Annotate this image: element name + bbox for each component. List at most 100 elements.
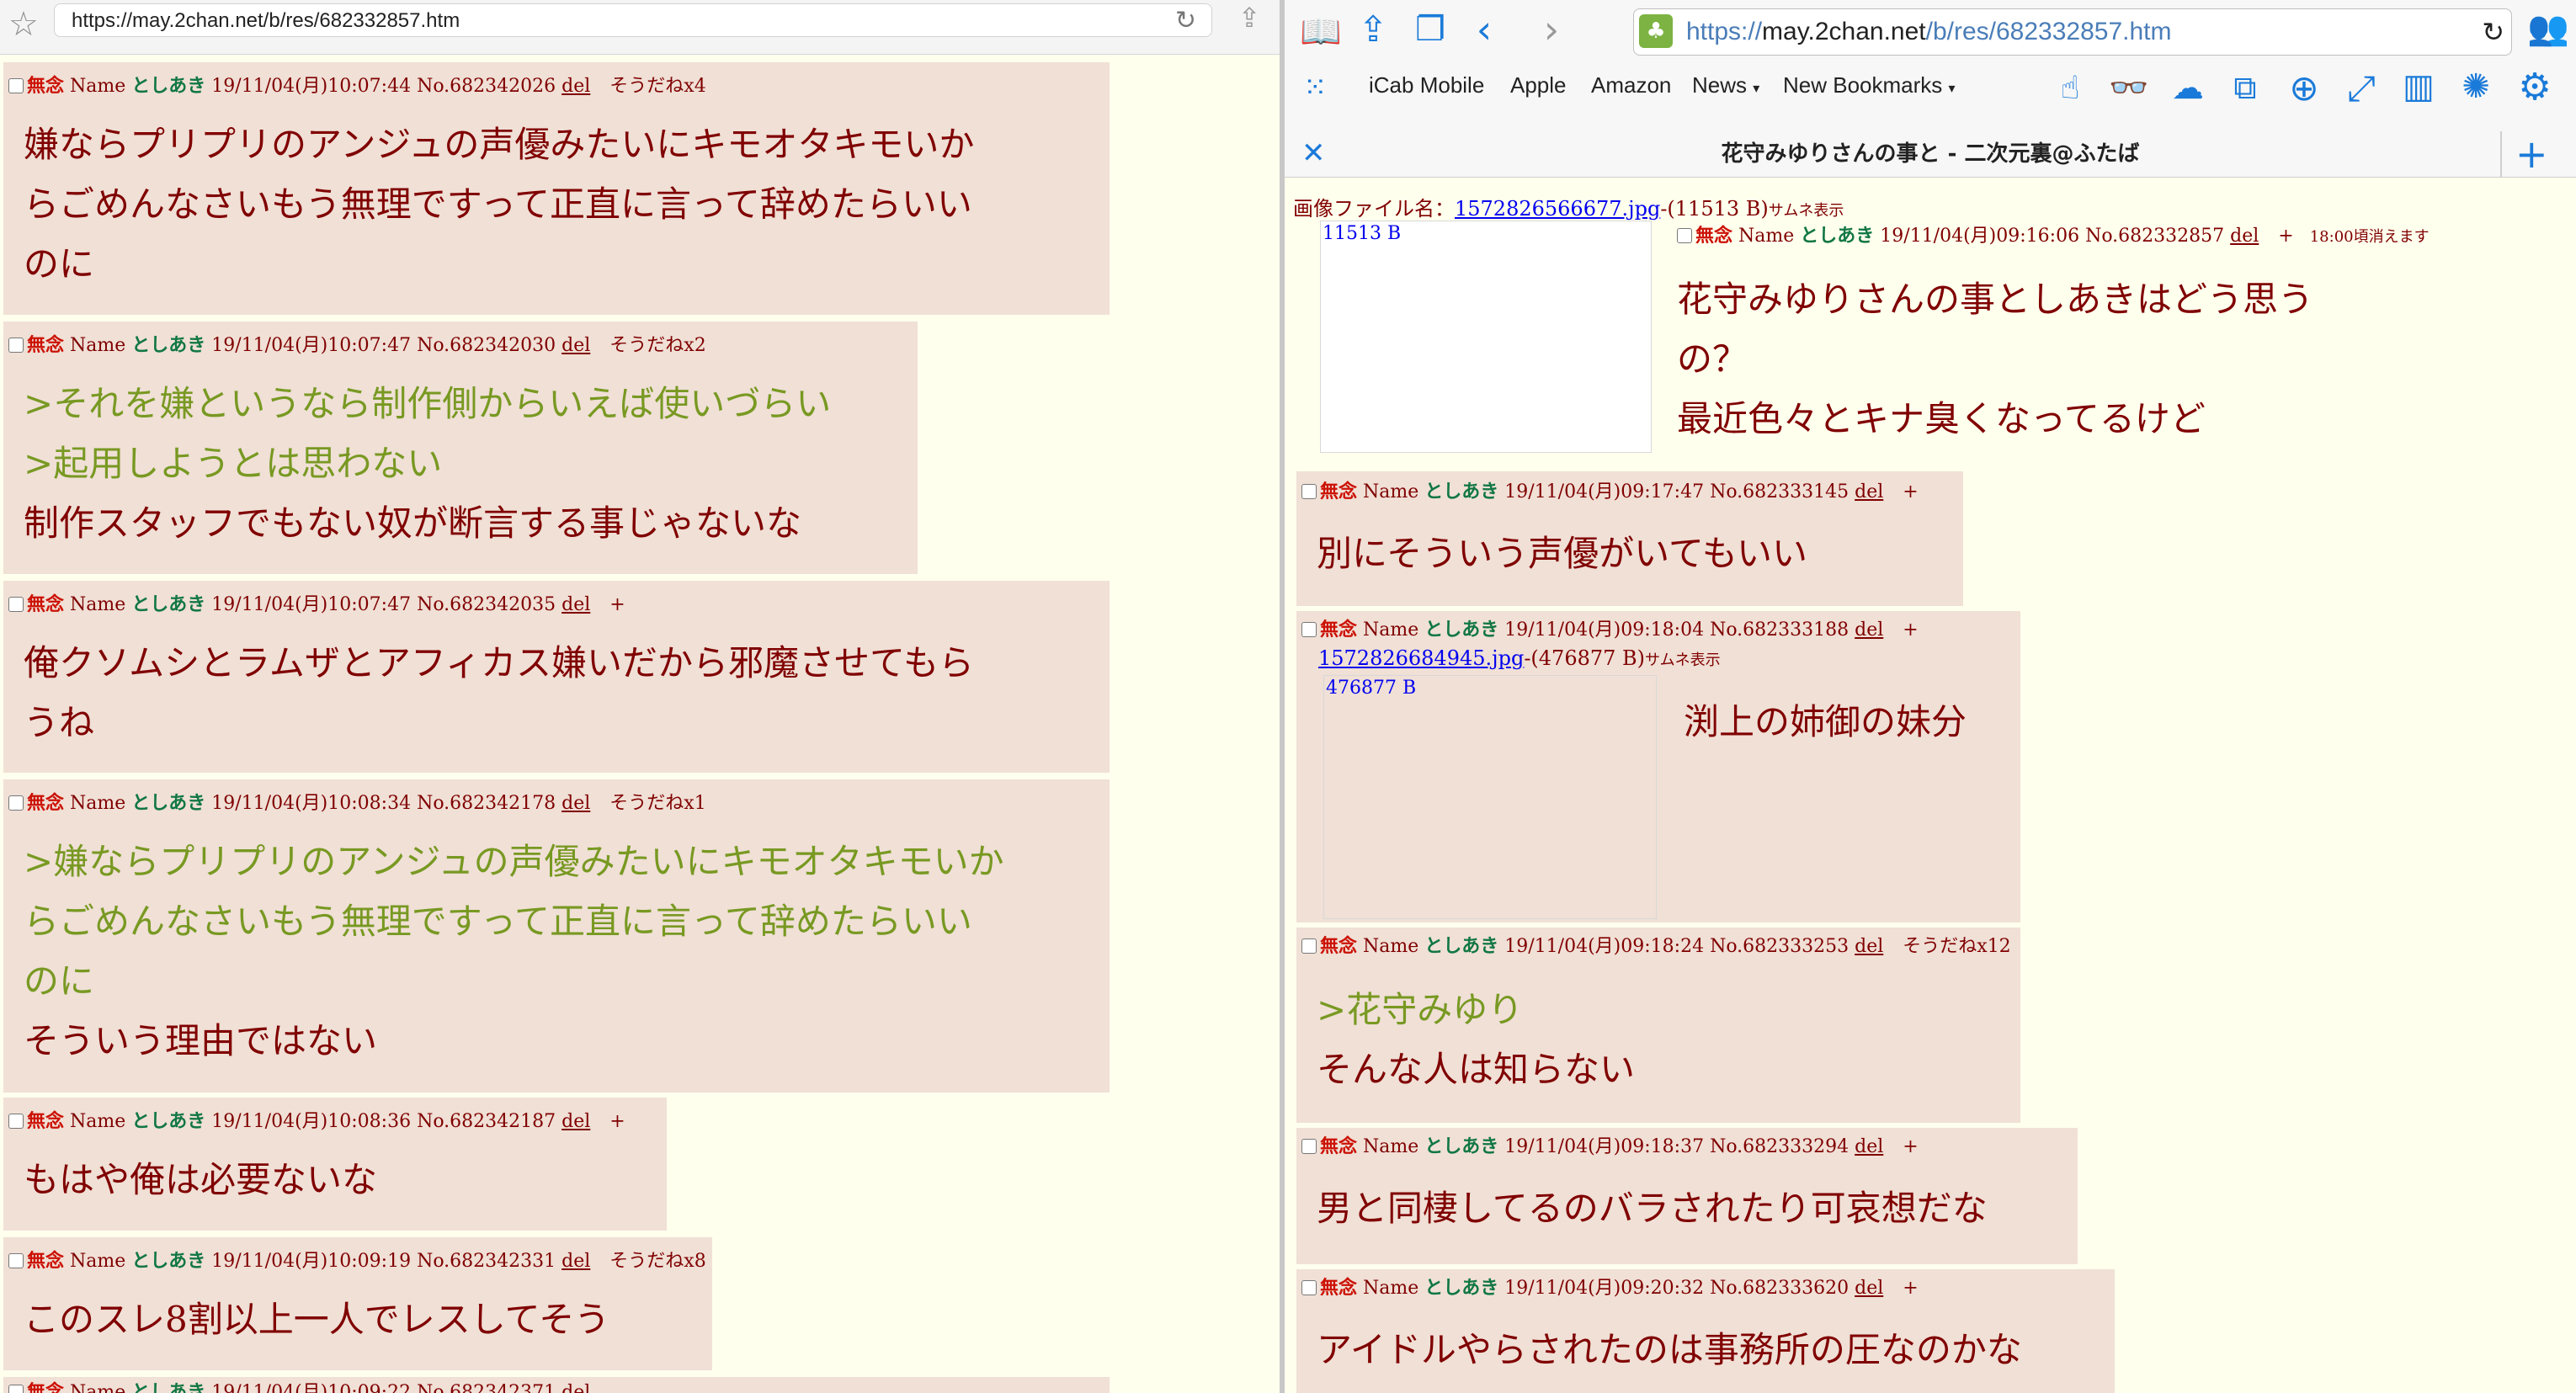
post-number[interactable]: No.682342187 <box>417 1111 556 1132</box>
post-del-link[interactable]: del <box>562 1382 590 1393</box>
post-del-link[interactable]: del <box>1855 1136 1883 1157</box>
post-sodane-plus[interactable]: + <box>1903 481 1918 502</box>
post-name-label: Name <box>1363 481 1419 502</box>
thread-post: 無念 Name としあき 19/11/04(月)10:09:22 No.6823… <box>3 1377 1110 1393</box>
reply-file-link[interactable]: 1572826684945.jpg <box>1318 646 1524 670</box>
post-number[interactable]: No.682333253 <box>1710 936 1849 957</box>
post-sodane-plus[interactable]: + <box>1903 1136 1918 1157</box>
url-field[interactable]: ♣ https://may.2chan.net/b/res/682332857.… <box>1633 8 2512 56</box>
apps-grid-icon[interactable]: ⁙ <box>1303 71 1328 104</box>
post-del-link[interactable]: del <box>562 1111 590 1132</box>
post-checkbox[interactable] <box>1301 622 1317 637</box>
post-number[interactable]: No.682333294 <box>1710 1136 1849 1157</box>
reply-file-size: -(476877 B) <box>1524 646 1646 670</box>
bookmark-amazon[interactable]: Amazon <box>1591 72 1671 98</box>
post-checkbox[interactable] <box>8 1385 24 1393</box>
hand-icon[interactable]: ☝ <box>2049 69 2091 106</box>
thread-post: 無念 Name としあき 19/11/04(月)09:18:37 No.6823… <box>1296 1128 2078 1264</box>
op-body: 花守みゆりさんの事としあきはどう思う の？ 最近色々とキナ臭くなってるけど <box>1677 269 2313 449</box>
post-checkbox[interactable] <box>1301 484 1317 499</box>
reload-icon[interactable]: ↻ <box>1175 4 1196 38</box>
post-checkbox[interactable] <box>8 78 24 93</box>
forward-chevron-icon[interactable]: › <box>1530 7 1573 52</box>
op-file-link[interactable]: 1572826566677.jpg <box>1455 197 1660 221</box>
post-del-link[interactable]: del <box>562 76 590 97</box>
share-icon[interactable]: ⇪ <box>1232 2 1266 39</box>
post-number[interactable]: No.682333145 <box>1710 481 1849 502</box>
post-sodane[interactable]: そうだねx4 <box>609 76 705 97</box>
post-name-label: Name <box>70 793 126 814</box>
gear-icon[interactable]: ⚙ <box>2514 66 2556 109</box>
post-del-link[interactable]: del <box>562 1251 590 1272</box>
bookmark-news[interactable]: News ▾ <box>1692 72 1759 98</box>
post-checkbox[interactable] <box>8 338 24 353</box>
post-sodane[interactable]: そうだねx2 <box>609 335 705 356</box>
post-del-link[interactable]: del <box>2230 226 2259 247</box>
download-icon[interactable]: ⊕ <box>2283 67 2325 109</box>
post-number[interactable]: No.682342026 <box>417 76 556 97</box>
profile-icon[interactable]: 👥 <box>2527 8 2569 48</box>
op-thumb-toggle[interactable]: サムネ表示 <box>1769 202 1844 220</box>
cloud-share-icon[interactable]: ☁ <box>2167 69 2209 106</box>
post-del-link[interactable]: del <box>562 594 590 615</box>
post-del-link[interactable]: del <box>562 335 590 356</box>
glasses-icon[interactable]: 👓 <box>2105 69 2153 107</box>
thread-post: 無念 Name としあき 19/11/04(月)10:07:44 No.6823… <box>3 62 1110 315</box>
post-number[interactable]: No.682333188 <box>1710 619 1849 641</box>
post-line: 嫌ならプリプリのアンジュの声優みたいにキモオタキモいか <box>24 124 975 165</box>
bookmark-apple[interactable]: Apple <box>1510 72 1567 98</box>
post-sodane[interactable]: そうだねx12 <box>1903 936 2010 957</box>
post-del-link[interactable]: del <box>1855 936 1883 957</box>
tabs-icon[interactable]: ❐ <box>1409 10 1451 49</box>
new-tab-icon[interactable]: + <box>2515 131 2548 177</box>
post-checkbox[interactable] <box>8 795 24 811</box>
post-number[interactable]: No.682342030 <box>417 335 556 356</box>
post-sodane[interactable]: そうだねx1 <box>609 793 705 814</box>
post-datetime: 19/11/04(月)10:09:19 <box>211 1251 412 1272</box>
book-icon[interactable]: 📖 <box>1300 12 1342 51</box>
share-icon[interactable]: ⇪ <box>1352 8 1394 50</box>
reader-icon[interactable]: ▥ <box>2398 67 2440 106</box>
post-checkbox[interactable] <box>1301 1139 1317 1154</box>
back-chevron-icon[interactable]: ‹ <box>1463 7 1505 52</box>
post-body: >それを嫌というなら制作側からいえば使いづらい >起用しようとは思わない 制作ス… <box>24 374 831 553</box>
sparkle-icon[interactable]: ✺ <box>2455 67 2497 106</box>
post-del-link[interactable]: del <box>562 793 590 814</box>
bookmark-new-bookmarks[interactable]: New Bookmarks ▾ <box>1783 72 1956 98</box>
post-sodane-plus[interactable]: + <box>609 1111 625 1132</box>
left-url-field[interactable]: https://may.2chan.net/b/res/682332857.ht… <box>54 3 1212 37</box>
post-del-link[interactable]: del <box>1855 481 1883 502</box>
post-del-link[interactable]: del <box>1855 1278 1883 1299</box>
post-del-link[interactable]: del <box>1855 619 1883 641</box>
post-number[interactable]: No.682333620 <box>1710 1278 1849 1299</box>
post-number[interactable]: No.682332857 <box>2085 226 2224 247</box>
post-number[interactable]: No.682342178 <box>417 793 556 814</box>
post-checkbox[interactable] <box>8 1253 24 1268</box>
puzzle-icon[interactable]: ⧉ <box>2224 69 2266 107</box>
bookmark-star-icon[interactable]: ☆ <box>8 5 39 44</box>
post-sodane-plus[interactable]: + <box>609 594 625 615</box>
post-checkbox[interactable] <box>8 1114 24 1129</box>
op-thumbnail[interactable]: 11513 B <box>1320 221 1652 453</box>
fullscreen-icon[interactable]: ⤢ <box>2340 67 2382 109</box>
reply-thumbnail[interactable]: 476877 B <box>1323 675 1657 919</box>
post-datetime: 19/11/04(月)09:17:47 <box>1504 481 1705 502</box>
post-checkbox[interactable] <box>1301 1280 1317 1295</box>
post-number[interactable]: No.682342331 <box>417 1251 556 1272</box>
reply-thumb-toggle[interactable]: サムネ表示 <box>1645 651 1721 669</box>
post-sodane-plus[interactable]: + <box>1903 619 1918 641</box>
tab-title[interactable]: 花守みゆりさんの事と - 二次元裏@ふたば <box>1285 131 2576 177</box>
post-checkbox[interactable] <box>1301 938 1317 954</box>
post-checkbox[interactable] <box>1677 228 1692 243</box>
post-sodane[interactable]: そうだねx8 <box>609 1251 705 1272</box>
post-body: もはや俺は必要ないな <box>24 1150 377 1210</box>
post-sodane-plus[interactable]: + <box>2278 226 2293 247</box>
post-sodane-plus[interactable]: + <box>1903 1278 1918 1299</box>
post-name: としあき <box>1424 1135 1499 1157</box>
reload-icon[interactable]: ↻ <box>2482 9 2504 55</box>
bookmark-icab[interactable]: iCab Mobile <box>1369 72 1484 98</box>
post-number[interactable]: No.682342035 <box>417 594 556 615</box>
post-checkbox[interactable] <box>8 597 24 612</box>
post-number[interactable]: No.682342371 <box>417 1382 556 1393</box>
post-datetime: 19/11/04(月)10:08:36 <box>211 1111 412 1132</box>
